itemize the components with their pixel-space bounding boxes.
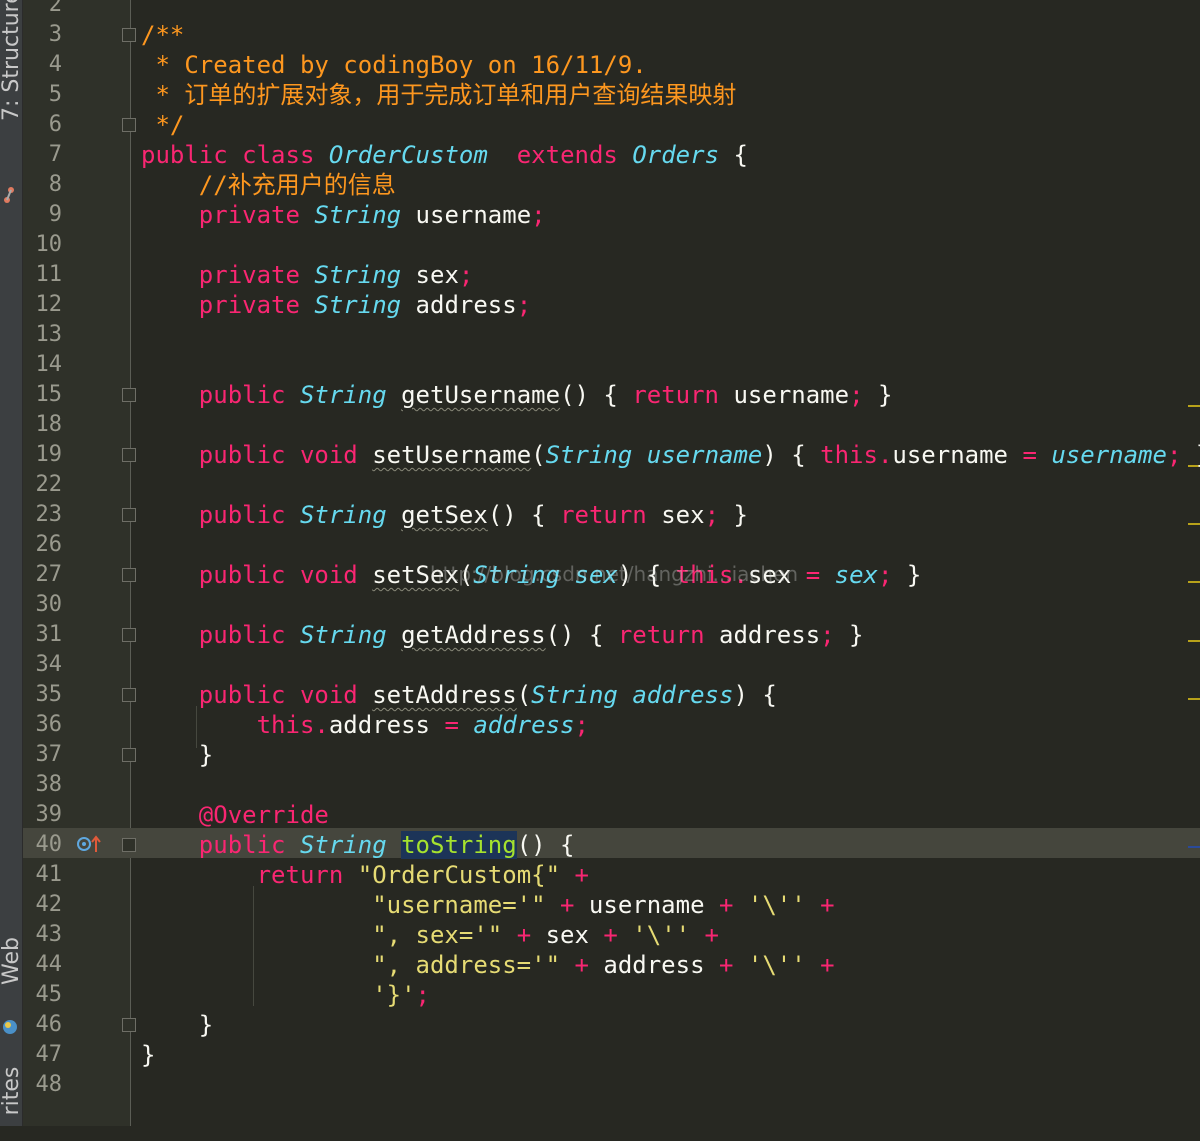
line-number: 36 bbox=[35, 712, 63, 737]
line-number: 26 bbox=[35, 532, 63, 557]
line-number: 43 bbox=[35, 922, 63, 947]
line-number: 3 bbox=[48, 22, 62, 47]
code-line[interactable]: "username='" + username + '\'' + bbox=[141, 890, 834, 920]
line-number: 10 bbox=[35, 232, 63, 257]
code-line[interactable]: public String getUsername() { return use… bbox=[141, 380, 893, 410]
code-line[interactable]: private String address; bbox=[141, 290, 531, 320]
error-stripe-marker[interactable] bbox=[1188, 405, 1200, 407]
code-line[interactable]: public String getAddress() { return addr… bbox=[141, 620, 864, 650]
fold-icon[interactable] bbox=[122, 748, 136, 762]
code-line[interactable]: } bbox=[141, 1010, 213, 1040]
error-stripe-marker[interactable] bbox=[1188, 581, 1200, 583]
code-line[interactable]: */ bbox=[141, 110, 184, 140]
fold-icon[interactable] bbox=[122, 118, 136, 132]
line-number: 40 bbox=[35, 832, 63, 857]
override-icon[interactable] bbox=[76, 834, 102, 854]
code-line[interactable]: public void setUsername(String username)… bbox=[141, 440, 1200, 470]
line-number: 11 bbox=[35, 262, 63, 287]
code-line[interactable]: public String toString() { bbox=[141, 830, 575, 860]
line-number: 2 bbox=[48, 0, 62, 17]
line-number: 13 bbox=[35, 322, 63, 347]
fold-icon[interactable] bbox=[122, 628, 136, 642]
code-line[interactable]: * Created by codingBoy on 16/11/9. bbox=[141, 50, 646, 80]
error-stripe-marker[interactable] bbox=[1188, 698, 1200, 700]
line-number: 6 bbox=[48, 112, 62, 137]
code-line[interactable]: } bbox=[141, 1040, 155, 1070]
line-number: 31 bbox=[35, 622, 63, 647]
line-number: 18 bbox=[35, 412, 63, 437]
structure-tool-tab[interactable]: 7: Structure bbox=[0, 0, 24, 121]
tool-window-strip: 7: Structure Web rites bbox=[0, 0, 24, 1126]
web-tool-tab[interactable]: Web bbox=[0, 911, 24, 1011]
vcs-icon[interactable] bbox=[1, 186, 19, 204]
error-stripe-marker[interactable] bbox=[1188, 523, 1200, 525]
line-number: 12 bbox=[35, 292, 63, 317]
line-number: 5 bbox=[48, 82, 62, 107]
line-number: 45 bbox=[35, 982, 63, 1007]
code-line[interactable]: private String username; bbox=[141, 200, 546, 230]
code-line[interactable]: ", sex='" + sex + '\'' + bbox=[141, 920, 719, 950]
web-icon[interactable] bbox=[1, 1018, 19, 1036]
code-line[interactable]: public class OrderCustom extends Orders … bbox=[141, 140, 748, 170]
fold-icon[interactable] bbox=[122, 508, 136, 522]
line-number: 27 bbox=[35, 562, 63, 587]
line-number: 4 bbox=[48, 52, 62, 77]
code-line[interactable]: @Override bbox=[141, 800, 329, 830]
line-number: 30 bbox=[35, 592, 63, 617]
line-number: 38 bbox=[35, 772, 63, 797]
line-number: 34 bbox=[35, 652, 63, 677]
code-line[interactable]: '}'; bbox=[141, 980, 430, 1010]
favorites-tool-tab[interactable]: rites bbox=[0, 1041, 24, 1141]
code-line[interactable]: this.address = address; bbox=[141, 710, 589, 740]
fold-icon[interactable] bbox=[122, 1018, 136, 1032]
error-stripe-marker[interactable] bbox=[1188, 640, 1200, 642]
code-line[interactable]: ", address='" + address + '\'' + bbox=[141, 950, 834, 980]
line-number: 14 bbox=[35, 352, 63, 377]
fold-icon[interactable] bbox=[122, 838, 136, 852]
fold-icon[interactable] bbox=[122, 448, 136, 462]
code-line[interactable]: * 订单的扩展对象，用于完成订单和用户查询结果映射 bbox=[141, 80, 736, 110]
code-line[interactable]: //补充用户的信息 bbox=[141, 170, 396, 200]
line-number: 41 bbox=[35, 862, 63, 887]
line-number: 19 bbox=[35, 442, 63, 467]
code-line[interactable]: /** bbox=[141, 20, 184, 50]
line-number: 8 bbox=[48, 172, 62, 197]
fold-icon[interactable] bbox=[122, 688, 136, 702]
caret-stripe-marker[interactable] bbox=[1188, 846, 1200, 848]
watermark: http://blog.csdn.net/hangzhi...iachen bbox=[430, 562, 799, 586]
fold-icon[interactable] bbox=[122, 568, 136, 582]
line-number: 9 bbox=[48, 202, 62, 227]
gutter-separator bbox=[130, 0, 131, 1126]
code-line[interactable]: public String getSex() { return sex; } bbox=[141, 500, 748, 530]
code-line[interactable]: } bbox=[141, 740, 213, 770]
line-number: 23 bbox=[35, 502, 63, 527]
code-line[interactable]: public void setAddress(String address) { bbox=[141, 680, 777, 710]
line-number: 35 bbox=[35, 682, 63, 707]
line-number: 44 bbox=[35, 952, 63, 977]
line-number: 42 bbox=[35, 892, 63, 917]
line-number: 47 bbox=[35, 1042, 63, 1067]
line-number: 37 bbox=[35, 742, 63, 767]
line-number: 22 bbox=[35, 472, 63, 497]
line-number: 39 bbox=[35, 802, 63, 827]
line-number: 15 bbox=[35, 382, 63, 407]
fold-icon[interactable] bbox=[122, 388, 136, 402]
line-number: 48 bbox=[35, 1072, 63, 1097]
code-line[interactable]: return "OrderCustom{" + bbox=[141, 860, 589, 890]
line-number: 46 bbox=[35, 1012, 63, 1037]
fold-icon[interactable] bbox=[122, 28, 136, 42]
code-line[interactable]: private String sex; bbox=[141, 260, 474, 290]
line-number: 7 bbox=[48, 142, 62, 167]
